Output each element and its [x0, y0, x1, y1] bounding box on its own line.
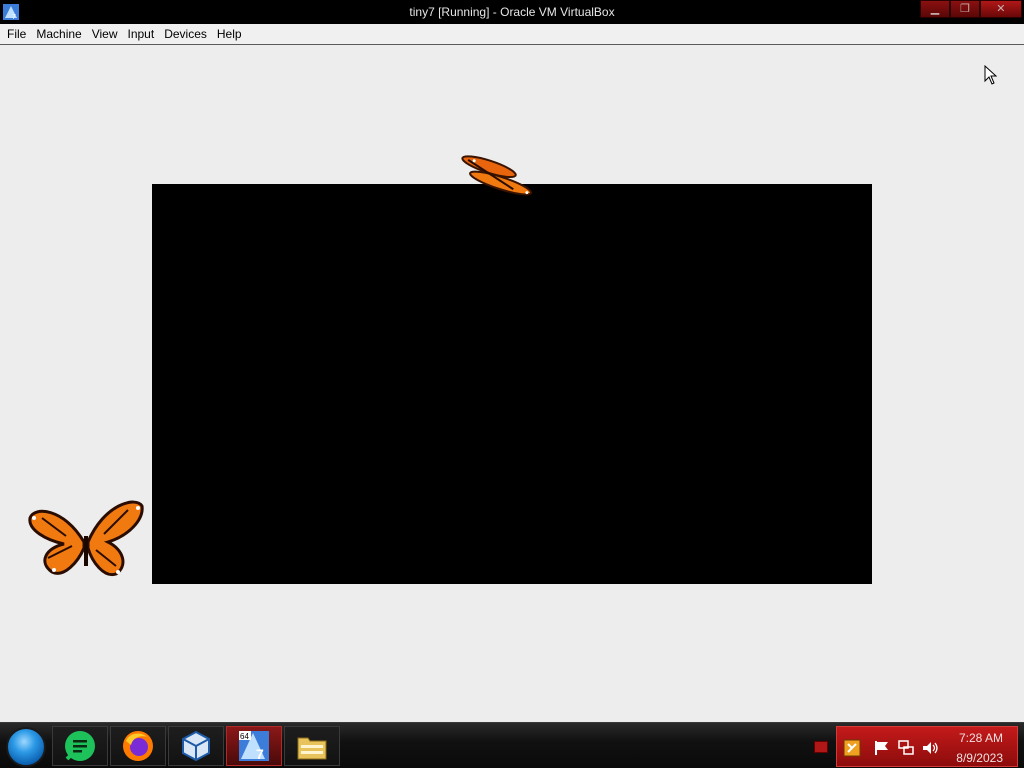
menu-input[interactable]: Input	[123, 24, 160, 44]
mouse-cursor-icon	[984, 65, 998, 85]
window-title: tiny7 [Running] - Oracle VM VirtualBox	[409, 5, 615, 19]
window-controls: ▁ ❐ ✕	[920, 0, 1022, 18]
virtualbox-icon	[182, 730, 210, 762]
vm-number-7: 7	[256, 746, 264, 762]
volume-icon[interactable]	[921, 739, 939, 757]
menu-file[interactable]: File	[2, 24, 31, 44]
black-window[interactable]	[152, 184, 872, 584]
menu-help[interactable]: Help	[212, 24, 247, 44]
taskbar-tiny7-vm-button[interactable]: 64 7	[226, 726, 282, 766]
guest-display[interactable]	[0, 46, 1024, 722]
butterfly-top-image	[461, 155, 533, 196]
network-icon[interactable]	[897, 739, 915, 757]
messaging-app-icon	[65, 731, 95, 761]
butterfly-image	[28, 500, 144, 577]
menu-devices[interactable]: Devices	[159, 24, 212, 44]
taskbar-file-explorer-button[interactable]	[284, 726, 340, 766]
tray-app-icon[interactable]	[843, 739, 861, 757]
system-tray: 7:28 AM 8/9/2023	[836, 726, 1018, 767]
vm-badge-64: 64	[240, 732, 249, 741]
firefox-icon	[123, 731, 153, 761]
tray-flag-button[interactable]	[814, 741, 828, 753]
taskbar-firefox-button[interactable]	[110, 726, 166, 766]
tiny7-vm-icon: 64 7	[239, 731, 269, 762]
taskbar: 64 7 7:28 AM 8/9/2023	[0, 722, 1024, 768]
menu-bar: File Machine View Input Devices Help	[0, 24, 1024, 45]
menu-view[interactable]: View	[87, 24, 123, 44]
menu-machine[interactable]: Machine	[31, 24, 86, 44]
title-bar[interactable]: 7 tiny7 [Running] - Oracle VM VirtualBox…	[0, 0, 1024, 24]
action-center-flag-icon[interactable]	[873, 739, 891, 757]
close-button[interactable]: ✕	[979, 0, 1022, 18]
taskbar-virtualbox-button[interactable]	[168, 726, 224, 766]
restore-button[interactable]: ❐	[949, 0, 980, 18]
clock-date[interactable]: 8/9/2023	[956, 751, 1003, 765]
taskbar-messaging-button[interactable]	[52, 726, 108, 766]
start-button[interactable]	[6, 727, 46, 767]
file-explorer-icon	[297, 737, 327, 760]
clock-time[interactable]: 7:28 AM	[959, 731, 1003, 745]
minimize-button[interactable]: ▁	[920, 0, 950, 18]
